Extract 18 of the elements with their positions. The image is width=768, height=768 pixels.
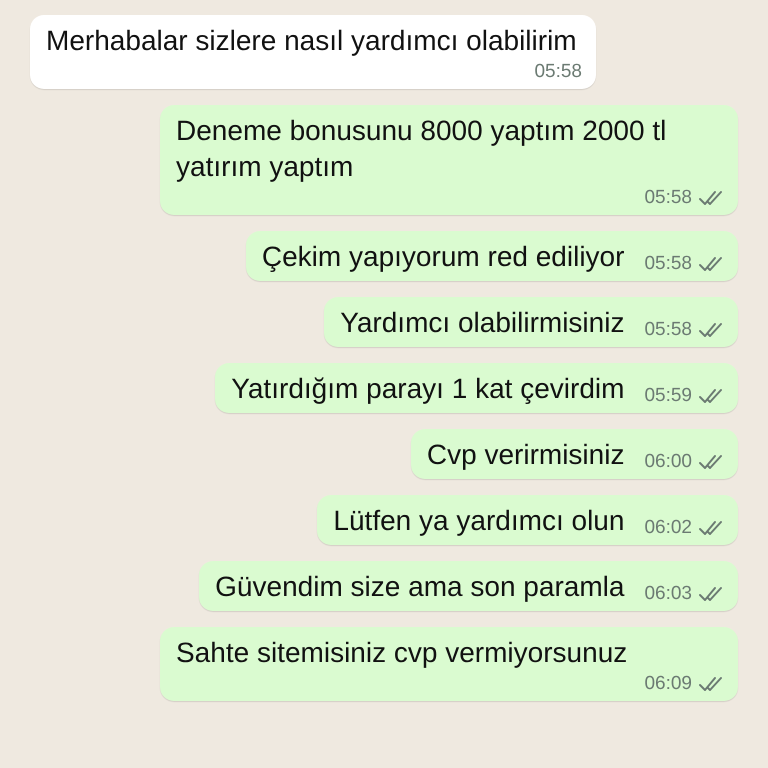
message-text: Merhabalar sizlere nasıl yardımcı olabilirim bbox=[46, 24, 577, 58]
message-time: 05:58 bbox=[644, 252, 692, 276]
message-time: 06:02 bbox=[644, 516, 692, 540]
message-time: 05:58 bbox=[534, 60, 582, 84]
message-time: 06:00 bbox=[644, 450, 692, 474]
message-text: Çekim yapıyorum red ediliyor bbox=[262, 240, 624, 274]
message-text: Yatırdığım parayı 1 kat çevirdim bbox=[231, 372, 624, 406]
message-text: Lütfen ya yardımcı olun bbox=[333, 504, 624, 538]
message-time: 06:09 bbox=[644, 672, 692, 696]
message-time: 06:03 bbox=[644, 582, 692, 606]
message-time: 05:59 bbox=[644, 384, 692, 408]
message-time: 05:58 bbox=[644, 186, 692, 210]
message-text: Yardımcı olabilirmisiniz bbox=[340, 306, 624, 340]
message-text: Güvendim size ama son paramla bbox=[215, 570, 624, 604]
message-text: Cvp verirmisiniz bbox=[426, 438, 624, 472]
message-text: Sahte sitemisiniz cvp vermiyorsunuz bbox=[176, 636, 628, 670]
message-text: Deneme bonusunu 8000 yaptım 2000 tl yatırım yaptım bbox=[176, 114, 668, 184]
message-time: 05:58 bbox=[644, 318, 692, 342]
